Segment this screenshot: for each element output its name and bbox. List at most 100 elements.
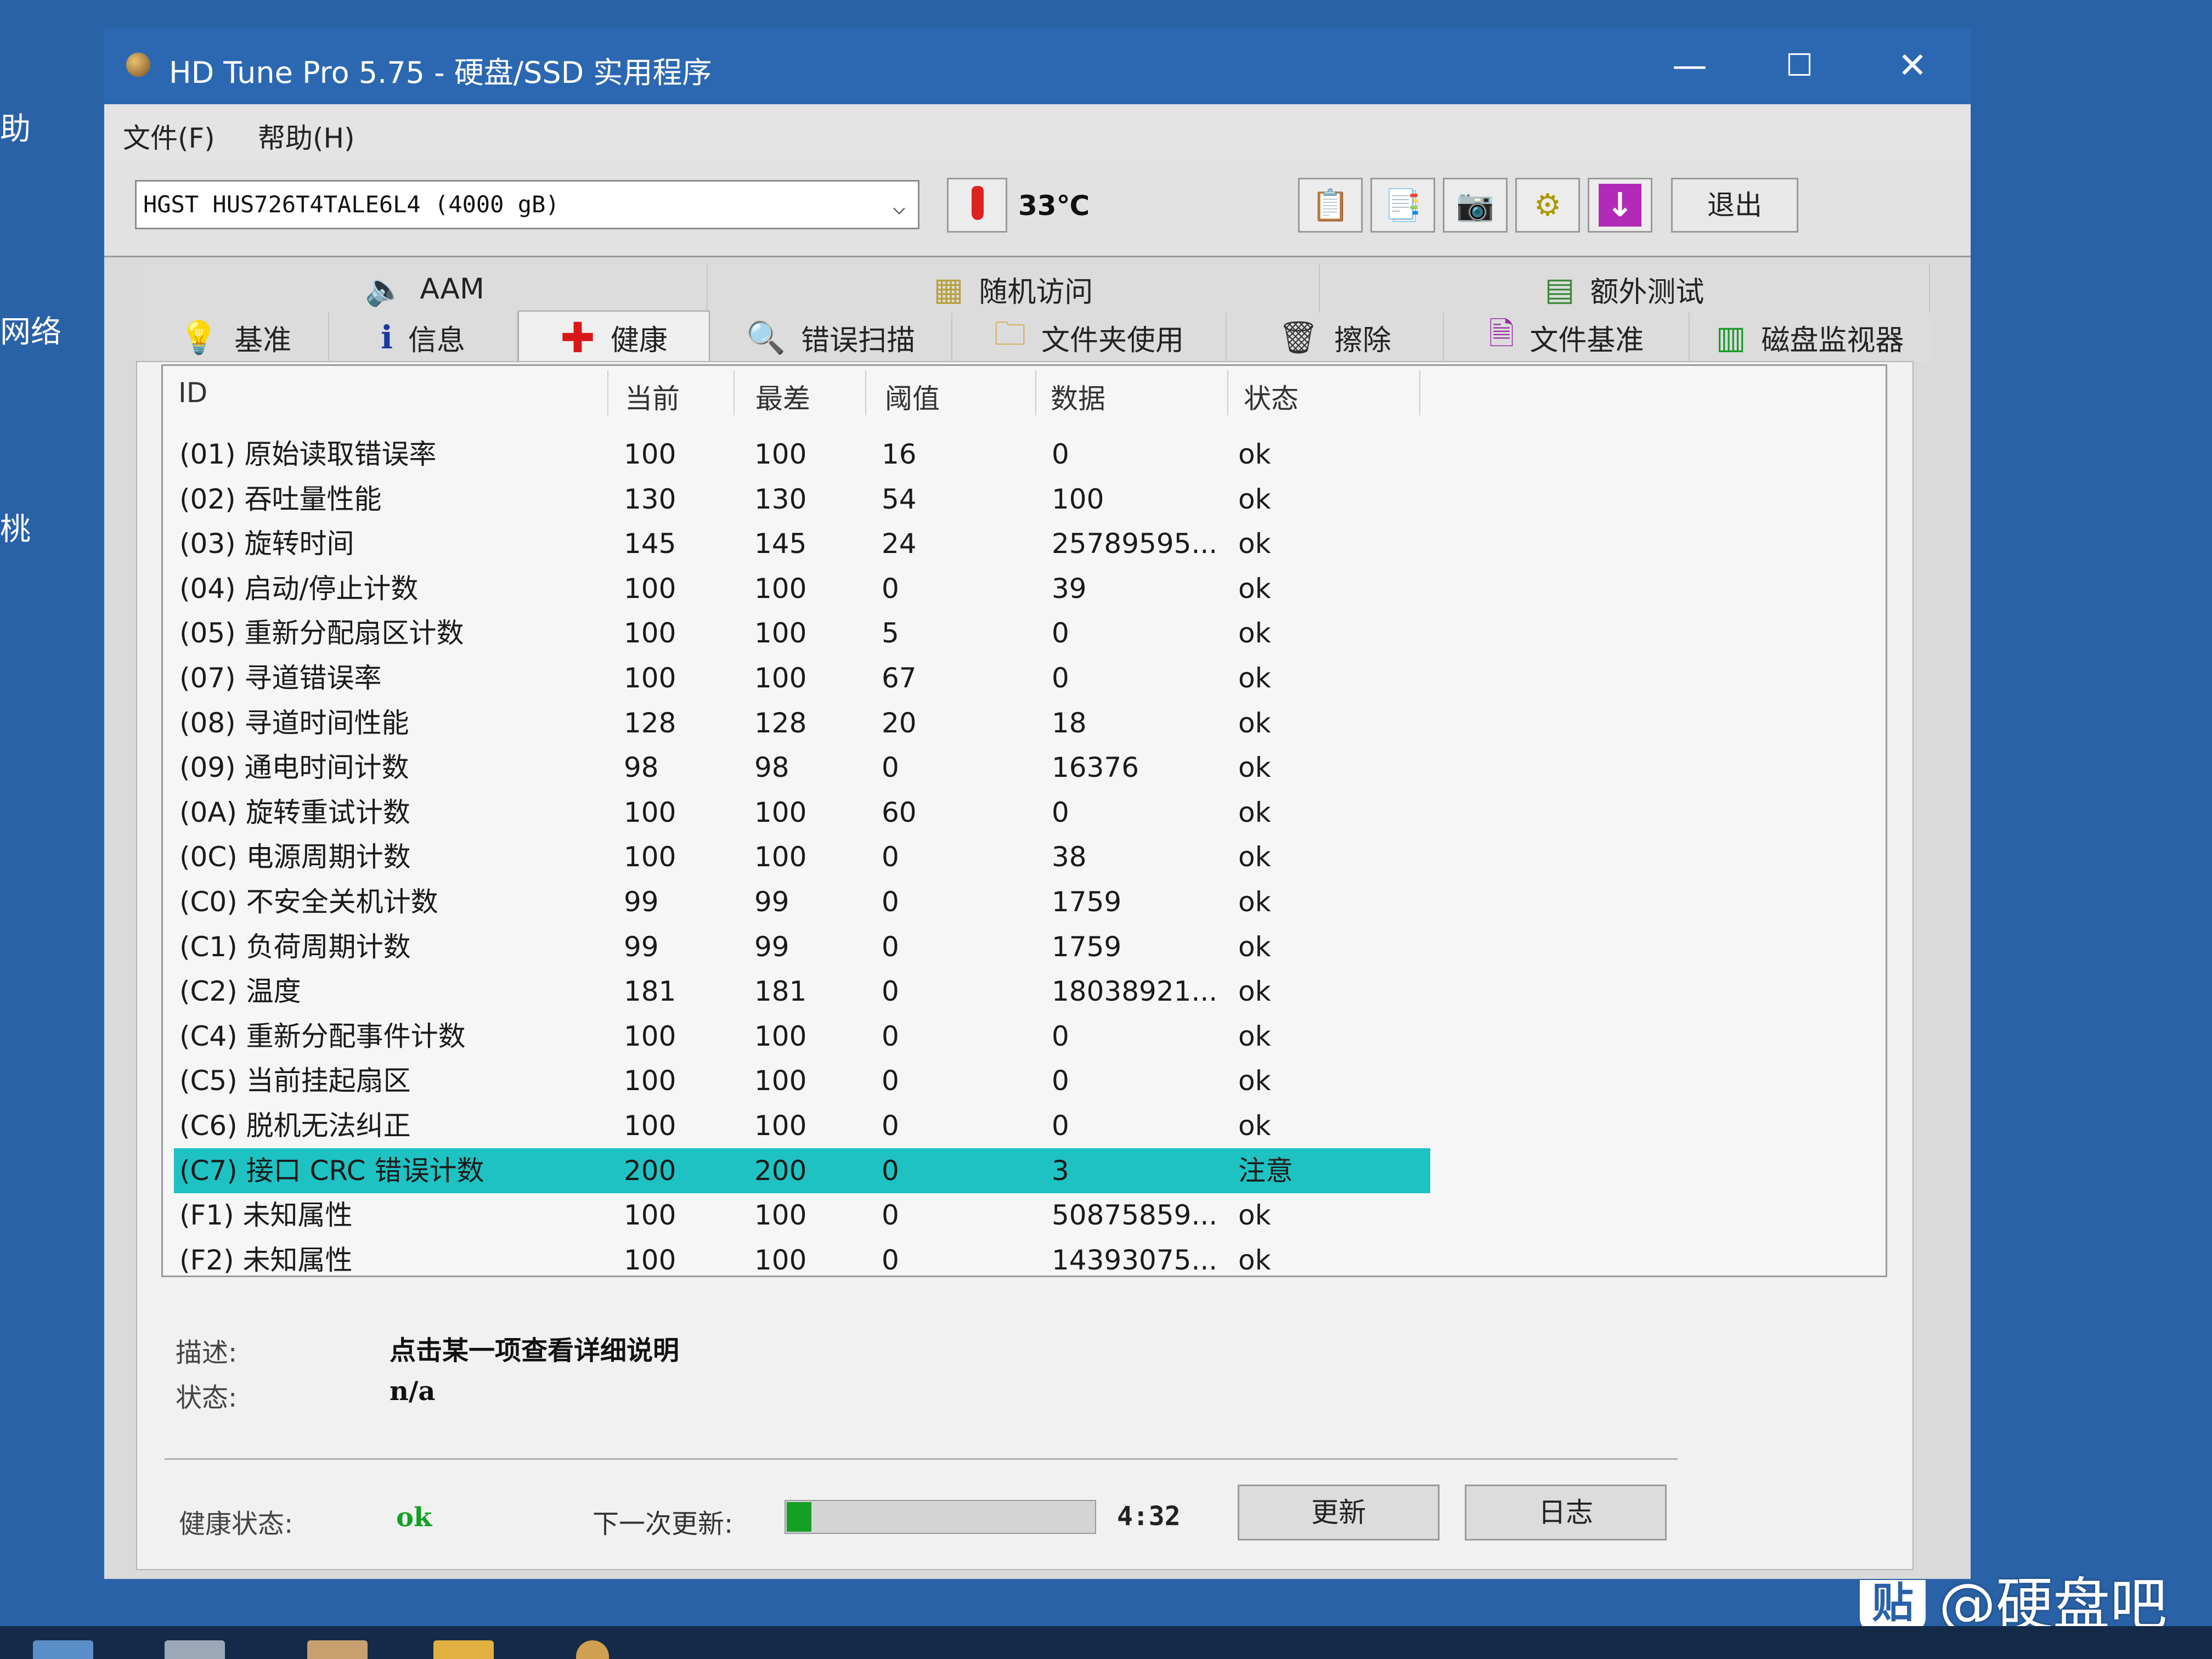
screenshot-button[interactable]: 📷 xyxy=(1443,178,1508,233)
table-row[interactable]: (C7) 接口 CRC 错误计数 200 200 0 3 注意 xyxy=(174,1148,1430,1193)
tab-health[interactable]: ✚ 健康 xyxy=(518,311,710,363)
column-header-current[interactable]: 当前 xyxy=(625,377,680,416)
table-row[interactable]: (C5) 当前挂起扇区 100 100 0 0 ok xyxy=(174,1058,1430,1103)
threshold-value: 16 xyxy=(882,438,917,470)
worst-value: 100 xyxy=(754,1020,807,1052)
desktop-icon-label-network[interactable]: 网络 xyxy=(0,307,61,352)
column-separator[interactable] xyxy=(733,370,735,415)
current-value: 100 xyxy=(624,617,676,650)
tab-error-scan[interactable]: 🔍 错误扫描 xyxy=(710,313,952,362)
table-row[interactable]: (09) 通电时间计数 98 98 0 16376 ok xyxy=(174,745,1430,790)
column-separator[interactable] xyxy=(607,370,608,415)
column-separator[interactable] xyxy=(865,370,866,415)
tab-benchmark[interactable]: 💡 基准 xyxy=(143,313,329,362)
hdtune-window: HD Tune Pro 5.75 - 硬盘/SSD 实用程序 — ☐ ✕ 文件(… xyxy=(103,26,1972,1580)
tab-label: 基准 xyxy=(234,324,292,357)
menu-help[interactable]: 帮助(H) xyxy=(258,116,355,156)
worst-value: 145 xyxy=(754,528,807,560)
tab-erase[interactable]: 🗑 擦除 xyxy=(1227,313,1444,362)
tab-folder-usage[interactable]: 🗀 文件夹使用 xyxy=(952,313,1227,362)
download-button[interactable]: ↓ xyxy=(1588,178,1652,233)
current-value: 100 xyxy=(624,841,676,873)
column-separator[interactable] xyxy=(1227,370,1228,415)
tab-random-access[interactable]: ▦ 随机访问 xyxy=(708,264,1320,314)
random-access-icon: ▦ xyxy=(933,270,964,308)
refresh-button[interactable]: 更新 xyxy=(1238,1485,1440,1541)
column-header-threshold[interactable]: 阈值 xyxy=(885,377,940,416)
threshold-value: 0 xyxy=(882,1110,899,1142)
table-row[interactable]: (05) 重新分配扇区计数 100 100 5 0 ok xyxy=(174,611,1430,656)
minimize-button[interactable]: — xyxy=(1657,43,1723,89)
chevron-down-icon[interactable]: ⌵ xyxy=(893,184,906,230)
disk-monitor-icon: ▥ xyxy=(1716,319,1746,356)
title-bar[interactable]: HD Tune Pro 5.75 - 硬盘/SSD 实用程序 — ☐ ✕ xyxy=(104,27,1971,104)
worst-value: 100 xyxy=(754,1110,807,1142)
tab-label: 随机访问 xyxy=(979,275,1093,309)
drive-select[interactable]: HGST HUS726T4TALE6L4 (4000 gB) ⌵ xyxy=(135,180,919,229)
table-row[interactable]: (07) 寻道错误率 100 100 67 0 ok xyxy=(174,656,1430,701)
table-row[interactable]: (04) 启动/停止计数 100 100 0 39 ok xyxy=(174,566,1430,611)
health-status-value: ok xyxy=(396,1502,432,1533)
table-row[interactable]: (F2) 未知属性 100 100 0 14393075... ok xyxy=(174,1238,1430,1283)
table-row[interactable]: (01) 原始读取错误率 100 100 16 0 ok xyxy=(174,432,1430,477)
maximize-button[interactable]: ☐ xyxy=(1767,43,1832,89)
desktop-icon-label[interactable]: 桃 xyxy=(0,505,31,549)
table-row[interactable]: (F1) 未知属性 100 100 0 50875859... ok xyxy=(174,1193,1430,1238)
folder-icon: 🗀 xyxy=(994,314,1026,352)
table-row[interactable]: (03) 旋转时间 145 145 24 25789595... ok xyxy=(174,521,1430,566)
desktop-icon-label[interactable]: 助 xyxy=(0,104,31,149)
tab-disk-monitor[interactable]: ▥ 磁盘监视器 xyxy=(1690,313,1930,362)
menu-file[interactable]: 文件(F) xyxy=(123,116,215,156)
table-row[interactable]: (C0) 不安全关机计数 99 99 0 1759 ok xyxy=(174,879,1430,924)
attribute-name: (0A) 旋转重试计数 xyxy=(179,796,410,828)
column-header-data[interactable]: 数据 xyxy=(1051,377,1105,416)
column-header-id[interactable]: ID xyxy=(178,377,207,409)
folder-icon[interactable] xyxy=(433,1640,494,1659)
raw-data: 18 xyxy=(1052,707,1087,739)
tab-label: 错误扫描 xyxy=(801,324,916,357)
tab-extra-tests[interactable]: ▤ 额外测试 xyxy=(1320,264,1930,314)
log-button[interactable]: 日志 xyxy=(1465,1485,1667,1541)
copy-button[interactable]: 📋 xyxy=(1298,178,1363,233)
status-value: ok xyxy=(1238,528,1271,560)
attribute-name: (02) 吞吐量性能 xyxy=(179,483,382,515)
countdown: 4:32 xyxy=(1117,1501,1181,1532)
trash-icon: 🗑 xyxy=(1278,318,1319,356)
table-row[interactable]: (C1) 负荷周期计数 99 99 0 1759 ok xyxy=(174,924,1430,969)
tab-label: 额外测试 xyxy=(1590,275,1705,309)
table-row[interactable]: (0A) 旋转重试计数 100 100 60 0 ok xyxy=(174,790,1430,835)
raw-data: 0 xyxy=(1052,796,1069,828)
tab-info[interactable]: ℹ 信息 xyxy=(329,313,518,362)
taskbar-app-icon[interactable] xyxy=(307,1640,368,1659)
status-value: ok xyxy=(1238,1244,1271,1276)
threshold-value: 0 xyxy=(882,841,899,873)
taskbar-app-icon[interactable] xyxy=(33,1640,93,1659)
close-button[interactable]: ✕ xyxy=(1880,43,1945,89)
taskbar-app-icon[interactable] xyxy=(165,1640,225,1659)
status-value: ok xyxy=(1238,617,1271,650)
threshold-value: 0 xyxy=(882,1065,899,1097)
tab-file-benchmark[interactable]: 🗎 文件基准 xyxy=(1444,313,1690,362)
current-value: 100 xyxy=(624,572,676,605)
options-button[interactable]: ⚙ xyxy=(1515,178,1580,233)
current-value: 99 xyxy=(624,886,659,918)
worst-value: 100 xyxy=(754,796,807,828)
raw-data: 1759 xyxy=(1052,886,1122,918)
raw-data: 0 xyxy=(1052,1110,1069,1142)
table-row[interactable]: (0C) 电源周期计数 100 100 0 38 ok xyxy=(174,834,1430,879)
column-separator[interactable] xyxy=(1419,370,1420,415)
attribute-name: (C2) 温度 xyxy=(179,975,301,1008)
column-separator[interactable] xyxy=(1035,370,1036,415)
table-row[interactable]: (C4) 重新分配事件计数 100 100 0 0 ok xyxy=(174,1014,1430,1059)
column-header-worst[interactable]: 最差 xyxy=(755,377,810,416)
tab-aam[interactable]: 🔈 AAM xyxy=(143,264,708,314)
attribute-name: (C4) 重新分配事件计数 xyxy=(179,1020,466,1052)
table-row[interactable]: (C6) 脱机无法纠正 100 100 0 0 ok xyxy=(174,1103,1430,1148)
copy-all-button[interactable]: 📑 xyxy=(1370,178,1435,233)
worst-value: 99 xyxy=(754,930,789,963)
table-row[interactable]: (08) 寻道时间性能 128 128 20 18 ok xyxy=(174,701,1430,746)
table-row[interactable]: (C2) 温度 181 181 0 18038921... ok xyxy=(174,969,1430,1014)
column-header-status[interactable]: 状态 xyxy=(1244,377,1299,416)
exit-button[interactable]: 退出 xyxy=(1671,178,1798,233)
table-row[interactable]: (02) 吞吐量性能 130 130 54 100 ok xyxy=(174,477,1430,522)
